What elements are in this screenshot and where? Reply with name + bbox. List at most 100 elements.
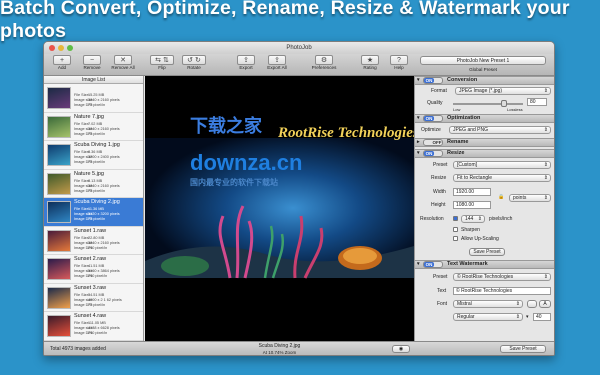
units-select[interactable]: points <box>509 194 551 202</box>
rename-section-header[interactable]: ▸ OFF Rename <box>415 138 554 147</box>
preview-eye-button[interactable]: ◉ <box>392 345 410 353</box>
watermark-preset-label: Preset <box>433 274 448 280</box>
promo-banner-headline: Batch Convert, Optimize, Rename, Resize … <box>0 0 570 42</box>
export-button[interactable]: ⇪ Export <box>234 55 258 71</box>
width-input[interactable]: 1920.00 <box>453 188 491 196</box>
image-dimensions: Image size:3840 x 2160 pixels <box>74 98 120 102</box>
image-dpi: Image DPI:240 pixel/in <box>74 331 108 335</box>
image-file-size: File Size:8.13 MB <box>74 178 103 183</box>
font-style-button[interactable]: A <box>539 300 551 308</box>
resize-preset-select[interactable]: [Custom] <box>453 161 551 169</box>
image-list-header: Image List <box>44 76 143 84</box>
font-color-button[interactable] <box>527 300 537 308</box>
resolution-checkbox[interactable] <box>453 216 458 221</box>
image-list-item[interactable]: Nature 7.jpg File Size:7.02 MB Image size:… <box>44 112 143 141</box>
aspect-lock-icon[interactable]: 🔒 <box>498 194 504 200</box>
image-dimensions: Image size:3840 x 2160 pixels <box>74 126 120 131</box>
image-dimensions: Image size:5120 x 3200 pixels <box>74 212 120 216</box>
allow-upscaling-checkbox[interactable] <box>453 236 458 241</box>
conversion-section-header[interactable]: ▾ ON Conversion <box>415 76 554 85</box>
watermark-text-input[interactable]: © RootRise Technologies <box>453 287 551 295</box>
image-list-item[interactable]: Scuba Diving 2.jpg File Size:11.36 MB Imag… <box>44 198 143 227</box>
quality-lossless-label: Lossless <box>507 107 523 112</box>
optimize-select[interactable]: JPEG and PNG <box>449 126 551 134</box>
quality-value[interactable]: 80 <box>527 98 547 106</box>
image-thumbnail <box>47 286 71 309</box>
minimize-window-button[interactable] <box>58 45 64 51</box>
quality-label: Quality <box>427 100 443 106</box>
image-list-item[interactable]: Scuba Diving 1.jpg File Size:8.36 MB Image… <box>44 141 143 170</box>
image-name: Sunset 1.raw <box>74 227 107 234</box>
help-button[interactable]: ? Help <box>388 55 410 71</box>
rotate-button[interactable]: ↺ ↻ Rotate <box>181 55 207 71</box>
star-icon: ★ <box>361 55 379 65</box>
resize-section-header[interactable]: ▾ ON Resize <box>415 149 554 158</box>
flip-button[interactable]: ⇆ ⇅ Flip <box>149 55 175 71</box>
image-dimensions: Image size:3200 x 2400 pixels <box>74 155 120 159</box>
conversion-toggle[interactable]: ON <box>423 77 443 84</box>
disclosure-triangle-icon: ▾ <box>417 261 420 267</box>
image-file-size: File Size:41.51 MB <box>74 264 105 268</box>
image-list-item[interactable]: Sunset 4.raw File Size:111.05 MB Image siz… <box>44 312 143 341</box>
preferences-button[interactable]: ⚙ Preferences <box>306 55 342 71</box>
image-dpi: Image DPI:72 pixel/in <box>74 217 106 221</box>
image-list-item[interactable]: File Size:15.25 MB Image size:3840 x 2160… <box>44 84 143 113</box>
disclosure-triangle-icon: ▾ <box>417 150 420 156</box>
toolbar: + Add − Remove ✕ Remove All ⇆ ⇅ Flip ↺ ↻ Rota… <box>44 54 554 76</box>
rating-button[interactable]: ★ Rating <box>358 55 382 71</box>
resize-toggle[interactable]: ON <box>423 150 443 157</box>
quality-slider-track[interactable] <box>453 103 523 105</box>
image-file-size: File Size:7.02 MB <box>74 121 103 126</box>
image-thumbnail <box>47 87 71 109</box>
rename-toggle[interactable]: OFF <box>423 139 443 146</box>
image-dpi: Image DPI:240 pixel/in <box>74 274 108 278</box>
optimization-section-header[interactable]: ▾ ON Optimization <box>415 114 554 123</box>
close-window-button[interactable] <box>49 45 55 51</box>
add-button[interactable]: + Add <box>50 55 74 71</box>
image-list-item[interactable]: Sunset 2.raw File Size:41.51 MB Image size… <box>44 255 143 284</box>
text-watermark-section-header[interactable]: ▾ ON Text Watermark <box>415 260 554 269</box>
image-file-size: File Size:22.80 MB <box>74 235 105 240</box>
remove-button[interactable]: − Remove <box>78 55 106 71</box>
watermark-size-input[interactable]: 40 <box>533 313 551 321</box>
resize-save-preset-button[interactable]: Save Preset <box>469 248 505 256</box>
global-preset-label: Global Preset <box>469 67 497 72</box>
height-input[interactable]: 1080.00 <box>453 201 491 209</box>
image-dpi: Image DPI:72 pixel/in <box>74 103 106 107</box>
zoom-window-button[interactable] <box>67 45 73 51</box>
current-image-name: Scuba Diving 2.jpg <box>258 343 301 349</box>
gear-icon: ⚙ <box>315 55 333 65</box>
optimization-toggle[interactable]: ON <box>423 115 443 122</box>
image-thumbnail <box>47 315 71 337</box>
resize-mode-select[interactable]: Fit to Rectangle <box>453 174 551 182</box>
watermark-preset-select[interactable]: © RootRise Technologies <box>453 273 551 281</box>
export-all-button[interactable]: ⇪ Export All <box>262 55 292 71</box>
app-window: PhotoJob + Add − Remove ✕ Remove All ⇆ ⇅ Fli… <box>43 41 555 356</box>
status-bar: Total 4973 images added Scuba Diving 2.j… <box>44 341 554 355</box>
save-preset-button[interactable]: Save Preset <box>500 345 546 353</box>
image-file-size: File Size:15.25 MB <box>74 93 105 97</box>
format-select[interactable]: JPEG Image (*.jpg) <box>455 87 551 95</box>
image-list-item[interactable]: Nature 5.jpg File Size:8.13 MB Image size:… <box>44 169 143 198</box>
image-dimensions: Image size:4000 x 2 1 62 pixels <box>74 297 122 302</box>
image-list-item[interactable]: Sunset 3.raw File Size:34.51 MB Image size… <box>44 283 143 312</box>
global-preset-select[interactable]: PhotoJob New Preset 1 <box>420 56 546 65</box>
remove-all-button[interactable]: ✕ Remove All <box>108 55 138 71</box>
watermark-font-select[interactable]: Mistral <box>453 300 523 308</box>
disclosure-triangle-icon: ▾ <box>417 77 420 83</box>
plus-icon: + <box>53 55 71 65</box>
total-images-count: Total 4973 images added <box>50 346 106 352</box>
resolution-select[interactable]: 144 <box>461 215 485 223</box>
watermark-tagline-text: 国内最专业的软件下载站 <box>190 178 278 187</box>
image-file-size: File Size:11.36 MB <box>74 207 104 211</box>
watermark-style-select[interactable]: Regular <box>453 313 523 321</box>
text-watermark-toggle[interactable]: ON <box>423 261 443 268</box>
export-icon: ⇪ <box>237 55 255 65</box>
image-thumbnail <box>47 144 71 166</box>
sharpen-checkbox[interactable] <box>453 227 458 232</box>
size-dropdown-icon[interactable]: ▾ <box>526 314 529 320</box>
export-all-icon: ⇪ <box>268 55 286 65</box>
remove-all-icon: ✕ <box>114 55 132 65</box>
quality-slider-thumb[interactable] <box>501 100 507 107</box>
image-list-item[interactable]: Sunset 1.raw File Size:22.80 MB Image size… <box>44 226 143 255</box>
